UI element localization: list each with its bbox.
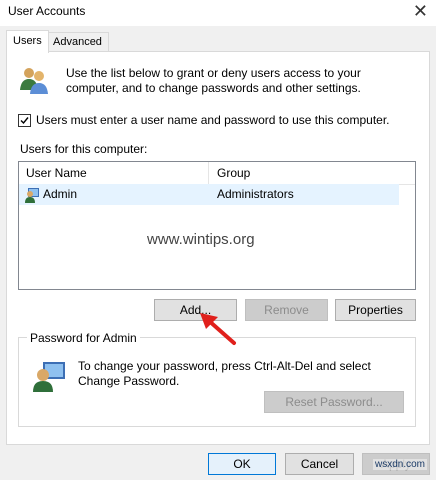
password-group-legend: Password for Admin	[27, 331, 140, 345]
check-icon	[20, 116, 29, 124]
users-list-label: Users for this computer:	[20, 142, 148, 156]
close-button[interactable]: ✕	[413, 1, 428, 22]
password-instructions: To change your password, press Ctrl-Alt-…	[78, 359, 371, 388]
user-row-icon	[24, 187, 40, 206]
password-key-icon	[33, 360, 67, 395]
tab-advanced[interactable]: Advanced	[46, 32, 109, 52]
intro-text: Use the list below to grant or deny user…	[66, 66, 361, 95]
list-header: User Name Group	[19, 162, 415, 185]
cell-user-name: Admin	[43, 187, 78, 201]
reset-password-button[interactable]: Reset Password...	[264, 391, 404, 413]
window-title: User Accounts	[8, 4, 86, 18]
properties-button[interactable]: Properties	[335, 299, 416, 321]
require-password-row[interactable]: Users must enter a user name and passwor…	[18, 113, 390, 127]
require-password-label: Users must enter a user name and passwor…	[36, 113, 390, 127]
column-group[interactable]: Group	[217, 166, 250, 180]
table-row[interactable]: Admin Administrators	[19, 184, 399, 205]
column-user-name[interactable]: User Name	[26, 166, 87, 180]
require-password-checkbox[interactable]	[18, 113, 31, 127]
cell-group: Administrators	[217, 187, 294, 201]
title-bar: User Accounts ✕	[0, 0, 436, 26]
cancel-button[interactable]: Cancel	[285, 453, 354, 475]
remove-button[interactable]: Remove	[245, 299, 328, 321]
tab-users[interactable]: Users	[6, 30, 49, 53]
red-arrow-icon	[198, 311, 238, 350]
users-list[interactable]: User Name Group Admin Administrators	[18, 161, 416, 290]
column-divider[interactable]	[208, 162, 209, 184]
users-group-icon	[18, 64, 50, 99]
ok-button[interactable]: OK	[208, 453, 276, 475]
watermark-text: www.wintips.org	[147, 231, 255, 248]
corner-watermark: wsxdn.com	[373, 459, 428, 470]
